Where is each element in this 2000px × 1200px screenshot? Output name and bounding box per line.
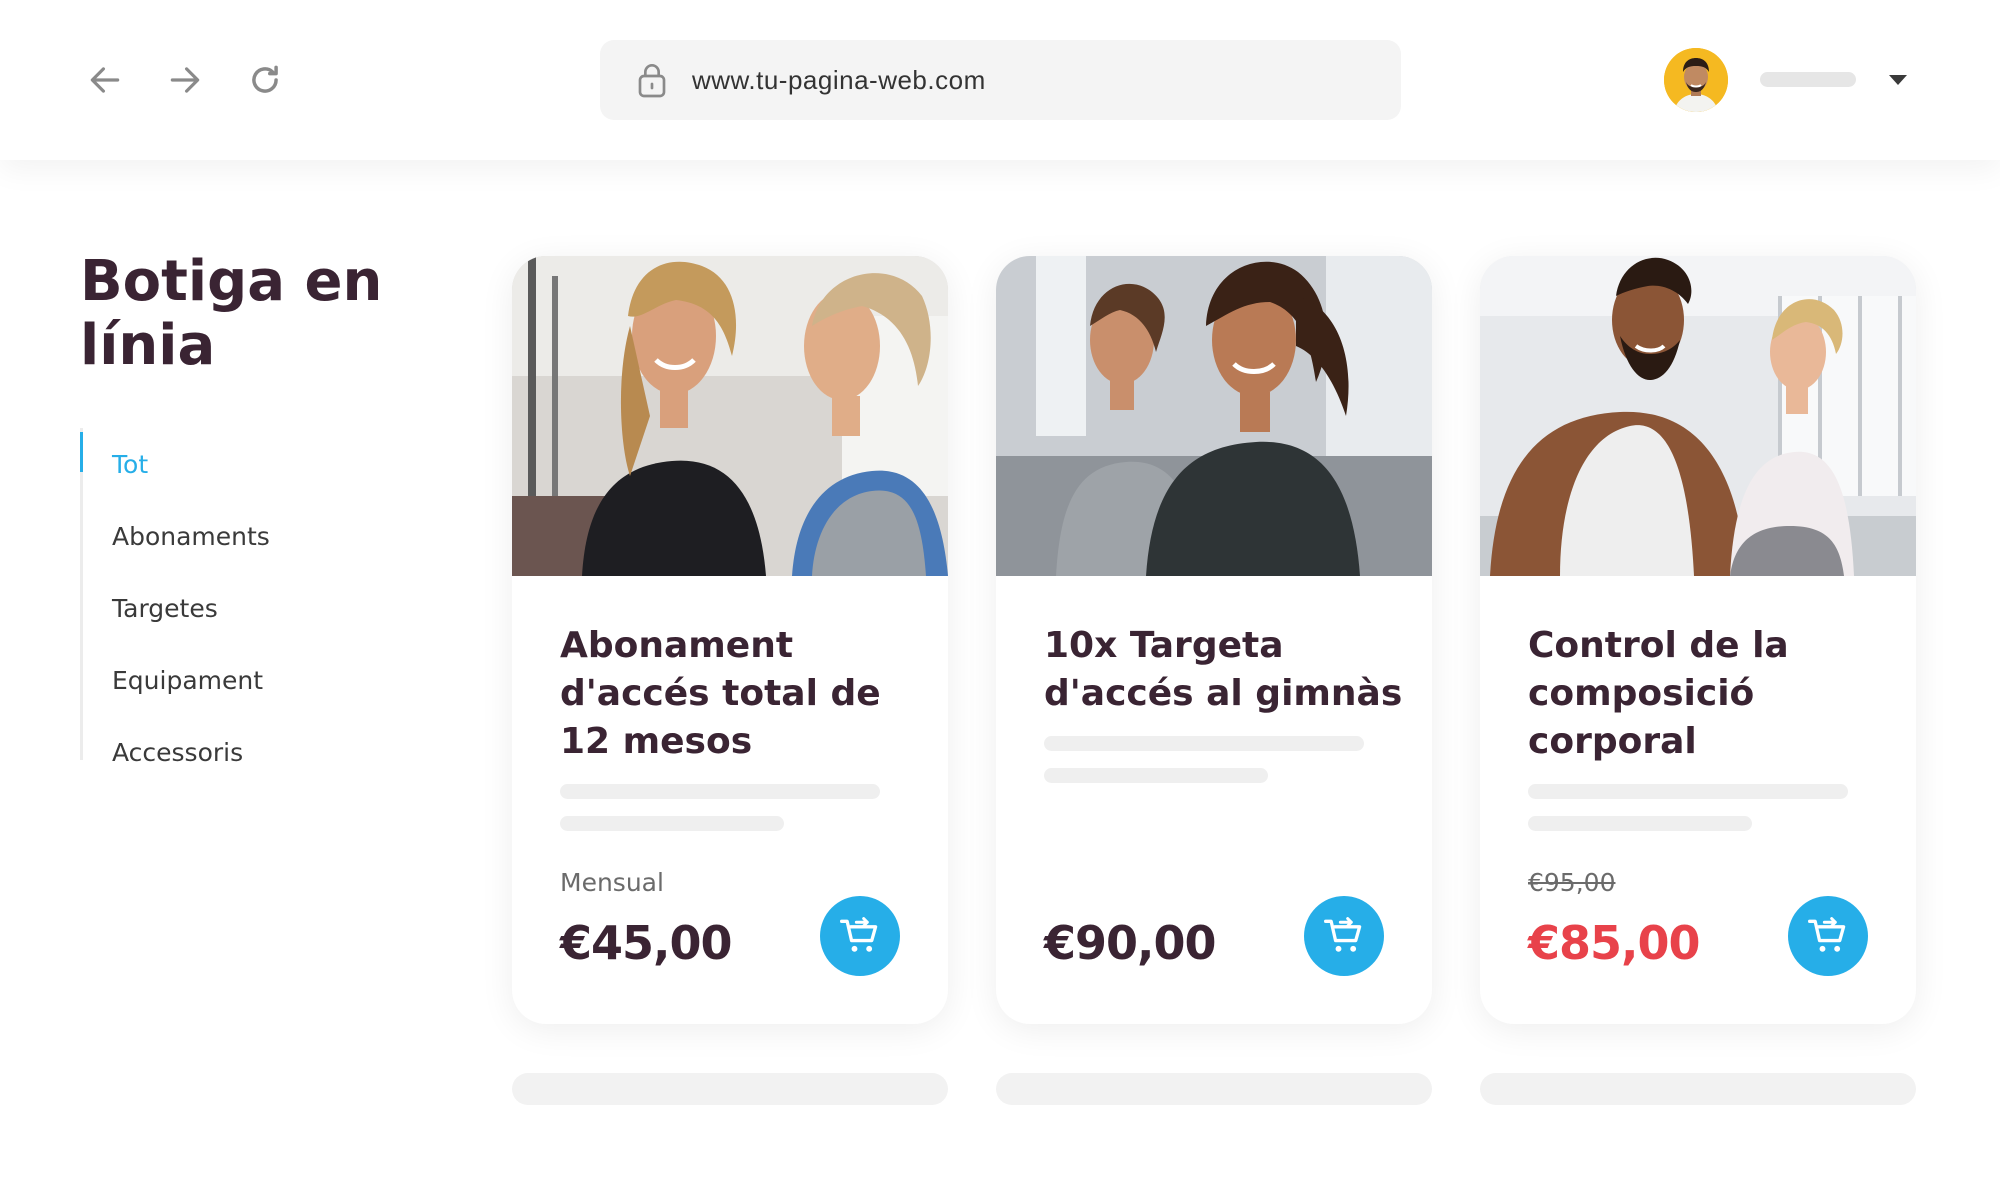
product-title: 10x Targeta d'accés al gimnàs xyxy=(1044,625,1403,714)
url-text: www.tu-pagina-web.com xyxy=(692,64,986,95)
product-price: €45,00 xyxy=(560,916,733,970)
category-item-abonaments[interactable]: Abonaments xyxy=(83,500,380,572)
product-card[interactable]: Abonament d'accés total de 12 mesos Mens… xyxy=(512,256,948,1024)
product-title: Abonament d'accés total de 12 mesos xyxy=(560,625,881,762)
card-loading-placeholder xyxy=(1480,1073,1916,1105)
user-menu-toggle[interactable] xyxy=(1884,66,1912,94)
avatar[interactable] xyxy=(1664,48,1728,112)
add-to-cart-icon xyxy=(1808,917,1846,952)
add-to-cart-button[interactable] xyxy=(820,896,900,976)
arrow-left-icon xyxy=(90,67,120,93)
category-item-equipament[interactable]: Equipament xyxy=(83,644,380,716)
chevron-down-icon xyxy=(1889,75,1907,85)
reload-icon xyxy=(252,65,278,93)
product-price: €90,00 xyxy=(1044,916,1217,970)
product-photo xyxy=(996,256,1432,576)
description-placeholder xyxy=(560,816,784,831)
original-price: €95,00 xyxy=(1528,868,1616,897)
back-button[interactable] xyxy=(80,55,130,105)
add-to-cart-icon xyxy=(840,917,878,952)
address-bar[interactable]: www.tu-pagina-web.com xyxy=(600,40,1401,120)
price-period: Mensual xyxy=(560,868,664,897)
product-card[interactable]: Control de la composició corporal €95,00… xyxy=(1480,256,1916,1024)
card-loading-placeholder xyxy=(512,1073,948,1105)
arrow-right-icon xyxy=(170,67,200,93)
description-placeholder xyxy=(1044,768,1268,783)
description-placeholder xyxy=(560,784,880,799)
page-title: Botiga en línia xyxy=(80,249,383,378)
add-to-cart-icon xyxy=(1324,917,1362,952)
description-placeholder xyxy=(1528,816,1752,831)
product-title: Control de la composició corporal xyxy=(1528,625,1789,762)
browser-toolbar: www.tu-pagina-web.com xyxy=(0,0,2000,160)
product-photo xyxy=(512,256,948,576)
product-card[interactable]: 10x Targeta d'accés al gimnàs €90,00 xyxy=(996,256,1432,1024)
sale-price: €85,00 xyxy=(1528,916,1701,970)
card-loading-placeholder xyxy=(996,1073,1432,1105)
add-to-cart-button[interactable] xyxy=(1788,896,1868,976)
reload-button[interactable] xyxy=(240,55,290,105)
add-to-cart-button[interactable] xyxy=(1304,896,1384,976)
description-placeholder xyxy=(1528,784,1848,799)
user-name-placeholder xyxy=(1760,72,1856,87)
category-item-accessoris[interactable]: Accessoris xyxy=(83,716,380,788)
category-item-tot[interactable]: Tot xyxy=(80,428,380,500)
category-list: Tot Abonaments Targetes Equipament Acces… xyxy=(80,428,380,767)
forward-button[interactable] xyxy=(160,55,210,105)
category-item-targetes[interactable]: Targetes xyxy=(83,572,380,644)
description-placeholder xyxy=(1044,736,1364,751)
product-photo xyxy=(1480,256,1916,576)
lock-icon xyxy=(636,61,668,99)
